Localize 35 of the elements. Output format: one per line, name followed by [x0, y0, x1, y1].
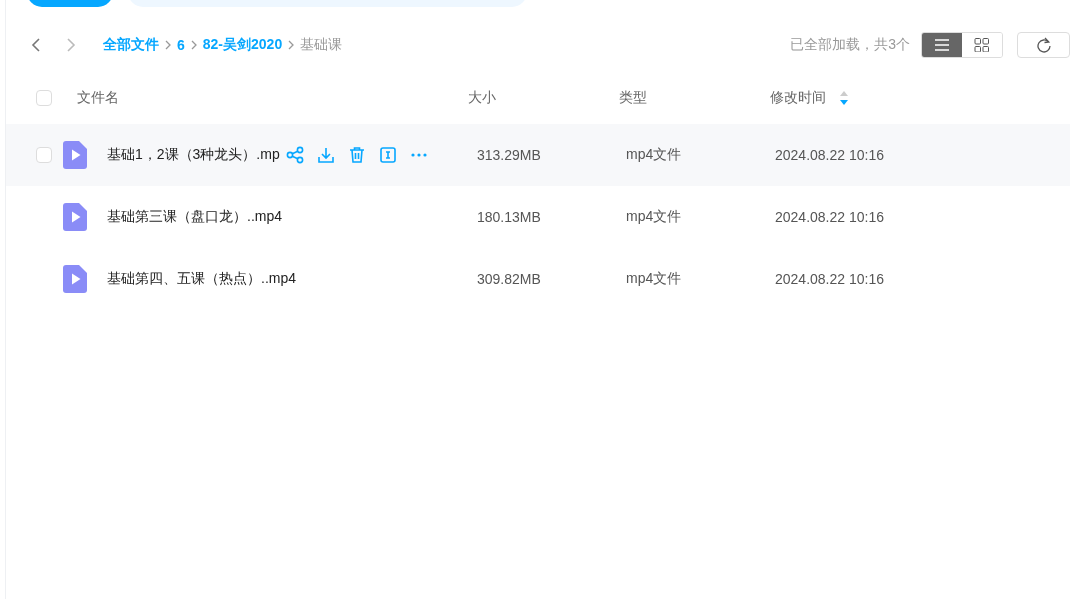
- download-icon[interactable]: [316, 146, 335, 164]
- file-size: 309.82MB: [477, 271, 542, 287]
- list-view-button[interactable]: [922, 33, 962, 57]
- share-icon[interactable]: [285, 146, 304, 164]
- file-row[interactable]: 基础第四、五课（热点）..mp4 309.82MB mp4文件 2024.08.22 10:16: [6, 248, 1070, 310]
- video-file-icon: [63, 141, 87, 169]
- modified-time: 2024.08.22 10:16: [775, 271, 885, 287]
- file-name[interactable]: 基础1，2课（3种龙头）.mp: [107, 146, 280, 164]
- select-all-checkbox[interactable]: [36, 90, 52, 106]
- file-row[interactable]: 基础第三课（盘口龙）..mp4 180.13MB mp4文件 2024.08.22 10:16: [6, 186, 1070, 248]
- video-file-icon: [63, 203, 87, 231]
- column-header[interactable]: 类型: [619, 89, 770, 107]
- load-status: 已全部加载，共3个: [790, 36, 910, 54]
- column-header[interactable]: 修改时间: [770, 89, 826, 107]
- refresh-button[interactable]: [1017, 32, 1070, 58]
- row-checkbox[interactable]: [36, 147, 52, 163]
- file-type: mp4文件: [626, 146, 683, 164]
- file-type: mp4文件: [626, 208, 683, 226]
- rename-icon[interactable]: [378, 146, 397, 164]
- file-size: 313.29MB: [477, 147, 542, 163]
- file-size: 180.13MB: [477, 209, 542, 225]
- modified-time: 2024.08.22 10:16: [775, 209, 885, 225]
- trash-icon[interactable]: [347, 146, 366, 164]
- list-icon[interactable]: [934, 38, 950, 52]
- video-file-icon: [63, 265, 87, 293]
- refresh-icon[interactable]: [1035, 37, 1052, 53]
- column-header[interactable]: 文件名: [77, 89, 468, 107]
- modified-time: 2024.08.22 10:16: [775, 147, 885, 163]
- chevron-icon: [163, 40, 173, 50]
- file-name[interactable]: 基础第四、五课（热点）..mp4: [107, 270, 296, 288]
- column-header[interactable]: 大小: [468, 89, 619, 107]
- file-name[interactable]: 基础第三课（盘口龙）..mp4: [107, 208, 282, 226]
- file-type: mp4文件: [626, 270, 683, 288]
- file-row[interactable]: 基础1，2课（3种龙头）.mp 313.29MB mp4文件 2024.08.22 10:16: [6, 124, 1070, 186]
- grid-icon[interactable]: [974, 38, 990, 52]
